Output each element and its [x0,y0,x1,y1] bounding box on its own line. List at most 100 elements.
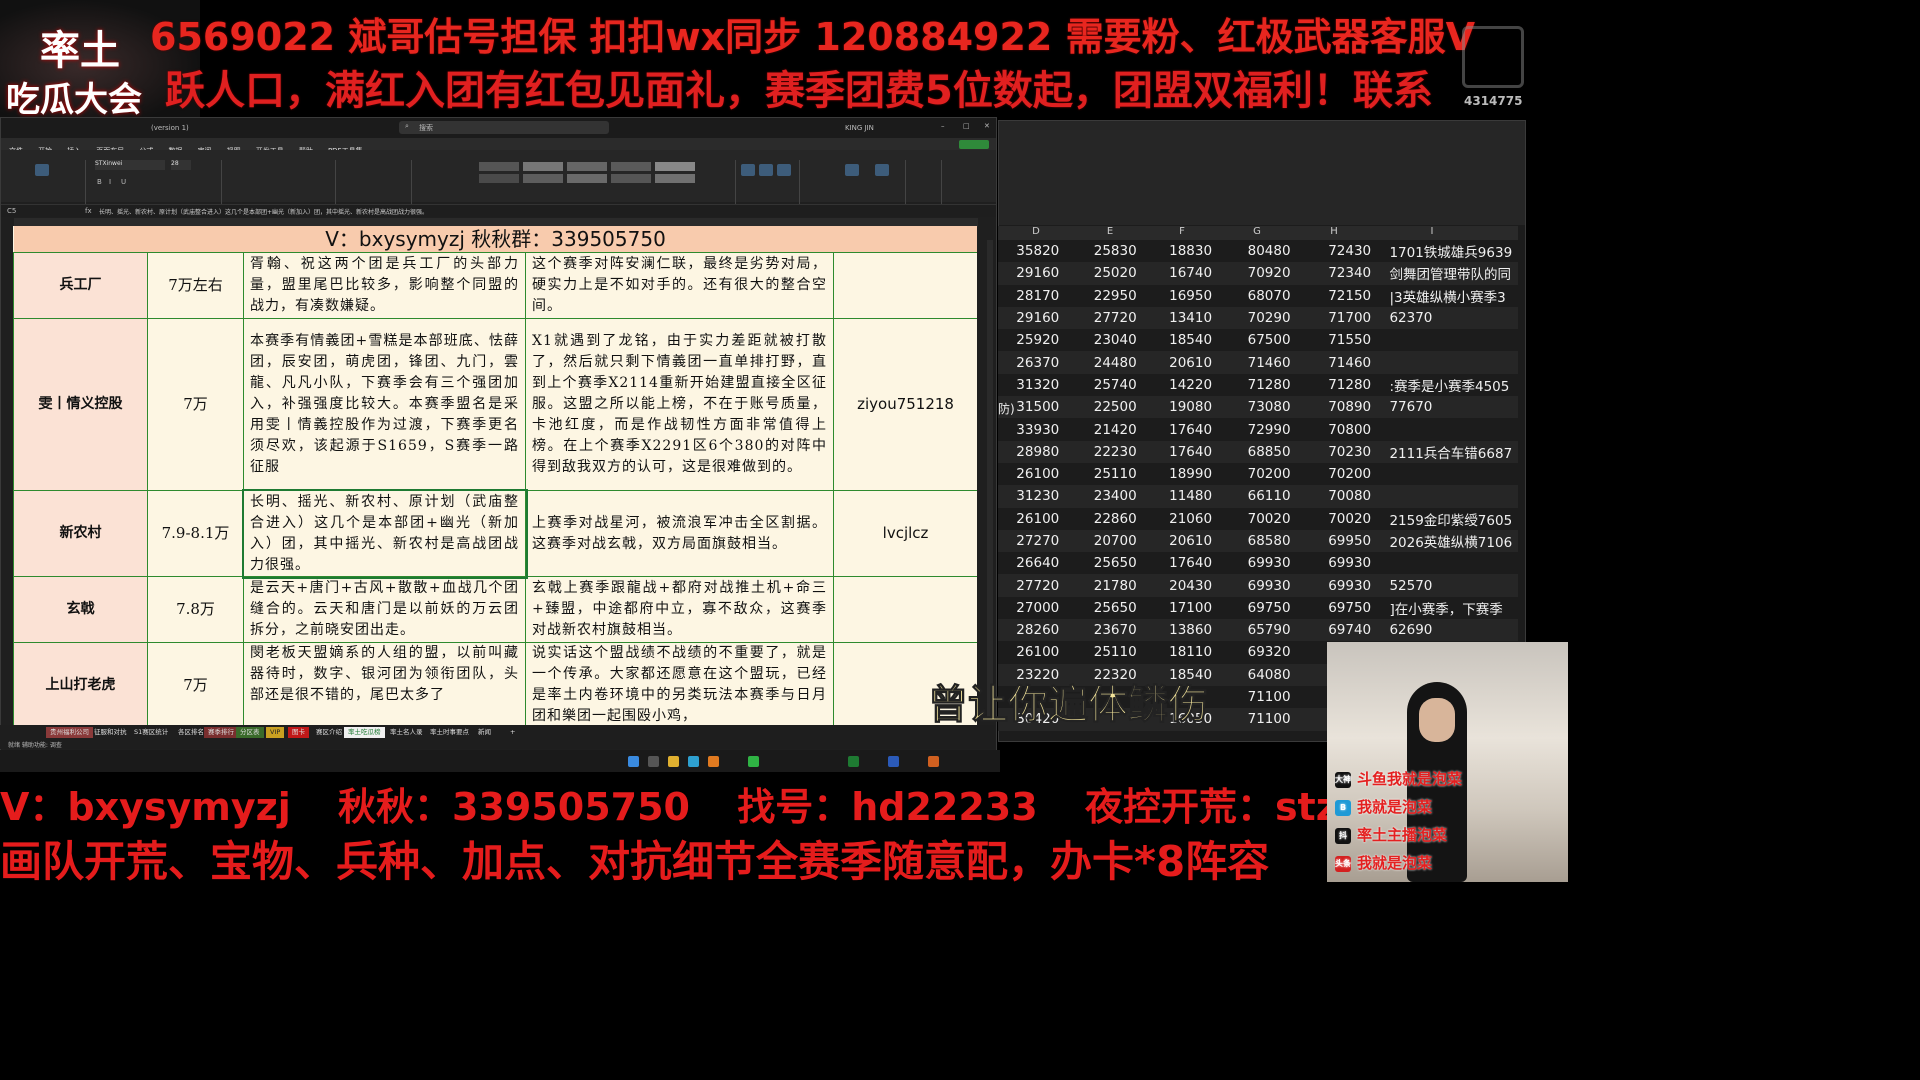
union-note[interactable]: 说实话这个盟战绩不战绩的不重要了，就是一个传承。大家都还愿意在这个盟玩，已经是率… [525,642,834,726]
data-cell[interactable]: 71100 [1228,708,1310,731]
formula-input[interactable]: 长明、摇光、新农村、原计划（武庙整合进入）这几个是本部团+幽光（新加入）团，其中… [99,207,428,216]
font-size-select[interactable]: 28 [171,160,191,170]
data-cell[interactable]: 19080 [1152,396,1229,419]
sheet-tab[interactable]: 征服和对抗 [90,727,131,738]
data-cell[interactable]: 29160 [998,306,1078,330]
col-h[interactable]: H [1296,226,1372,240]
data-cell[interactable]: 70200 [1309,462,1390,486]
col-e[interactable]: E [1074,226,1146,240]
data-cell[interactable]: 26100 [998,641,1078,664]
data-cell[interactable]: 13860 [1152,619,1229,642]
data-cell[interactable]: 71550 [1309,329,1390,352]
data-cell[interactable] [1389,329,1518,352]
union-power[interactable]: 7万左右 [147,252,244,319]
data-cell[interactable]: |3英雄纵横小赛季3 [1389,284,1518,307]
add-sheet-button[interactable]: + [506,727,519,738]
data-cell[interactable]: 70200 [1228,462,1310,486]
app2-icon[interactable] [928,756,939,767]
data-cell[interactable]: 27270 [998,529,1078,553]
data-cell[interactable]: 62690 [1389,619,1518,642]
data-cell[interactable]: 1701铁城雄兵9639 [1389,240,1518,263]
data-cell[interactable]: 68070 [1228,284,1310,307]
style-cell-9[interactable] [611,174,651,183]
data-cell[interactable]: 72340 [1309,262,1390,285]
data-cell[interactable]: ]在小赛季，下赛季 [1389,596,1518,620]
data-cell[interactable]: 72150 [1309,284,1390,307]
union-contact[interactable] [832,576,977,643]
data-cell[interactable] [1389,485,1518,508]
data-cell[interactable]: 26100 [998,507,1078,530]
data-cell[interactable]: 21060 [1152,507,1229,530]
data-cell[interactable]: 71460 [1309,351,1390,374]
sheet-tab[interactable]: 率土时事要点 [426,727,473,738]
union-members[interactable]: 本赛季有情義团+雪糕是本部班底、怯薛团，辰安团，萌虎团，锋团、九门，雲龍、凡凡小… [243,318,526,491]
data-cell[interactable]: 67500 [1228,329,1310,352]
data-cell[interactable]: 62370 [1389,306,1518,330]
data-cell[interactable]: 69740 [1309,619,1390,642]
excel-icon[interactable] [848,756,859,767]
data-cell[interactable]: 52570 [1389,574,1518,597]
data-cell[interactable]: 26100 [998,462,1078,486]
delete-cells-button[interactable] [759,164,773,176]
sheet-tab[interactable]: S1赛区统计 [130,727,172,738]
style-cell-5[interactable] [655,162,695,171]
search-taskbar-icon[interactable] [648,756,659,767]
col-i[interactable]: I [1372,226,1492,240]
union-note[interactable]: 这个赛季对阵安澜仁联，最终是劣势对局，硬实力上是不如对手的。还有很大的整合空间。 [525,252,834,319]
data-cell[interactable]: 70920 [1228,262,1310,285]
union-contact[interactable]: ziyou751218 [832,318,977,491]
data-cell[interactable]: 17640 [1152,552,1229,575]
data-cell[interactable]: 33930 [998,418,1078,441]
data-cell[interactable]: 25920 [998,329,1078,352]
data-cell[interactable]: 18540 [1152,329,1229,352]
start-icon[interactable] [628,756,639,767]
sheet-tab[interactable]: 各区排名 [174,727,208,738]
word-icon[interactable] [888,756,899,767]
data-cell[interactable]: 69930 [1228,574,1310,597]
wechat-icon[interactable] [748,756,759,767]
explorer-icon[interactable] [668,756,679,767]
union-members[interactable]: 是云天+唐门+古风+散散+血战几个团缝合的。云天和唐门是以前妖的万云团拆分，之前… [243,576,526,643]
data-cell[interactable]: 68850 [1228,440,1310,463]
union-power[interactable]: 7.9-8.1万 [147,490,244,577]
sheet-tab[interactable]: 率土名人录 [386,727,427,738]
data-cell[interactable]: 70800 [1309,418,1390,441]
paste-button[interactable] [35,164,49,176]
data-cell[interactable]: 69950 [1309,529,1390,553]
data-cell[interactable]: 18110 [1152,641,1229,664]
data-cell[interactable]: 23040 [1077,329,1153,352]
data-cell[interactable]: 25650 [1077,552,1153,575]
union-power[interactable]: 7.8万 [147,576,244,643]
col-d[interactable]: D [998,226,1074,240]
data-cell[interactable]: 70080 [1309,485,1390,508]
data-cell[interactable]: 22230 [1077,440,1153,463]
data-cell[interactable]: 27720 [1077,306,1153,330]
data-cell[interactable]: 20430 [1152,574,1229,597]
union-name[interactable]: 玄戟 [13,576,148,643]
underline-button[interactable]: U [121,178,126,186]
union-name[interactable]: 雯丨情义控股 [13,318,148,491]
data-cell[interactable]: 20700 [1077,529,1153,553]
data-cell[interactable]: 25020 [1077,262,1153,285]
style-cell-7[interactable] [523,174,563,183]
style-cell-8[interactable] [567,174,607,183]
data-cell[interactable]: 77670 [1389,396,1518,419]
data-cell[interactable]: 25740 [1077,373,1153,397]
data-cell[interactable]: 27720 [998,574,1078,597]
union-note[interactable]: 玄戟上赛季跟龍战+都府对战推土机+命三+臻盟，中途都府中立，寡不敌众，这赛季对战… [525,576,834,643]
data-cell[interactable]: 71100 [1228,685,1310,709]
data-cell[interactable]: 剑舞团管理带队的同 [1389,262,1518,285]
format-cells-button[interactable] [777,164,791,176]
data-cell[interactable]: 66110 [1228,485,1310,508]
data-cell[interactable]: 14220 [1152,373,1229,397]
data-cell[interactable]: 22860 [1077,507,1153,530]
style-cell-6[interactable] [479,174,519,183]
style-cell-2[interactable] [523,162,563,171]
data-cell[interactable]: 65790 [1228,619,1310,642]
data-cell[interactable] [1389,552,1518,575]
sheet-tab[interactable]: 分区表 [236,727,264,738]
data-cell[interactable] [1389,418,1518,441]
data-cell[interactable]: 70890 [1309,396,1390,419]
data-cell[interactable]: 72430 [1309,240,1390,263]
data-cell[interactable]: 13410 [1152,306,1229,330]
